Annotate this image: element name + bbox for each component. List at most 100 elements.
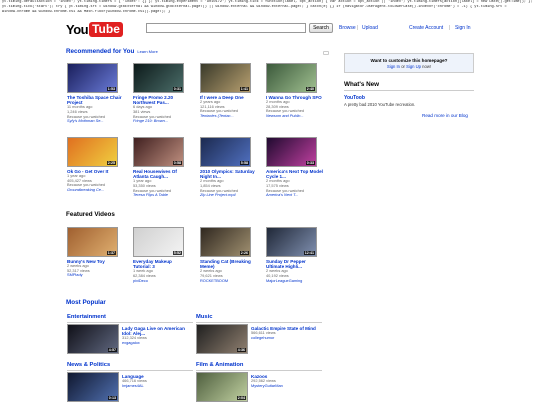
video-thumbnail[interactable]: 12:41 [266,227,317,257]
separator: | [357,25,359,31]
video-thumbnail[interactable]: 1:37 [67,227,118,257]
video-thumbnail[interactable]: 5:52 [133,227,184,257]
divider [196,322,322,323]
video-thumbnail[interactable]: 0:13 [67,372,119,402]
video-thumbnail[interactable]: 2:26 [200,227,251,257]
video-user-link[interactable]: MysteryGuitarMan [251,383,324,389]
source-video-link[interactable]: America's Next T... [266,193,324,198]
video-user-link[interactable]: exgagalox [122,340,195,346]
video-card[interactable]: 0:33 America's Next Top Model Cycle 1... 2… [266,137,324,198]
recommended-title: Recommended for You [66,48,135,55]
masthead: You Tube Search Browse | Upload Create A… [66,20,478,40]
source-video-link[interactable]: Groundbreaking Ce... [67,187,125,193]
video-card[interactable]: 1:41 If I were a Deep One 2 years ago 121,1… [200,63,258,119]
video-duration: 1:41 [239,87,249,91]
video-duration: 0:33 [305,161,315,165]
whats-new-item-title[interactable]: YouToob [344,95,365,101]
video-duration: 0:58 [172,161,182,165]
youtube-logo[interactable]: You Tube [66,20,126,38]
featured-video-card[interactable]: 12:41 Sunday Dr Pepper Ultimate Highli...… [266,227,324,283]
video-thumbnail[interactable]: 2:04 [196,372,248,402]
divider [67,370,193,371]
video-duration: 5:58 [239,161,249,165]
video-thumbnail[interactable]: 0:31 [133,63,184,93]
video-thumbnail[interactable]: 5:58 [200,137,251,167]
source-video-link[interactable]: Syfy's Mothman Se... [67,119,125,124]
divider [344,90,474,91]
or-text: or [401,64,405,69]
video-duration: 2:26 [239,251,249,255]
category-title[interactable]: News & Politics [67,362,110,368]
customize-links: Sign In or Sign Up now! [345,64,473,69]
category-title[interactable]: Entertainment [67,314,106,320]
popular-video-card[interactable]: 0:13 Language 466,716 views Imjames4AL [67,372,195,405]
video-thumbnail[interactable]: 4:57 [67,324,119,354]
video-card[interactable]: 2:40 I Wanna Go Through SFO 2 months ago 28… [266,63,324,119]
source-video-link[interactable]: Newsom and Public... [266,113,324,119]
video-duration: 4:57 [107,348,117,352]
source-video-link[interactable]: Zip Line Project.mp4 [200,193,258,198]
source-video-link[interactable]: Fringe 219: Brown... [133,119,191,124]
logo-tube: Tube [89,21,123,37]
customize-box: Want to customize this homepage? Sign In… [344,53,474,73]
now-text: now! [422,64,432,69]
whats-new-title: What's New [344,81,380,88]
video-user-link[interactable]: Imjames4AL [122,383,195,389]
search-input[interactable] [146,23,306,33]
video-duration: 4:36 [236,348,246,352]
video-thumbnail[interactable]: 1:53 [67,63,118,93]
source-video-link[interactable]: Tentacles (Tentac... [200,113,258,119]
browse-link[interactable]: Browse [339,25,356,31]
sidebar-sign-in-link[interactable]: Sign In [387,64,400,69]
video-card[interactable]: 5:58 2010 Olympics: Saturday Night In... 2… [200,137,258,198]
video-card[interactable]: 2:25 Ok Go - Get Over It 1 year ago 405,427… [67,137,125,193]
divider [196,370,322,371]
video-thumbnail[interactable]: 2:25 [67,137,118,167]
video-duration: 0:31 [172,87,182,91]
upload-link[interactable]: Upload [362,25,378,31]
customize-title: Want to customize this homepage? [370,58,448,63]
video-duration: 2:40 [305,87,315,91]
recommended-heading: Recommended for You Learn More [66,48,158,55]
category-title[interactable]: Film & Animation [196,362,243,368]
video-card[interactable]: 1:53 The Toshiba Space Chair Project 11 mo… [67,63,125,124]
search-button[interactable]: Search [309,23,333,33]
category-title[interactable]: Music [196,314,212,320]
video-duration: 1:37 [106,251,116,255]
collapse-icon[interactable] [323,51,329,55]
video-user-link[interactable]: SMPlady [67,273,125,278]
video-thumbnail[interactable]: 4:36 [196,324,248,354]
video-card[interactable]: 0:58 Real Housewives Of Atlanta Caugh... 1… [133,137,191,198]
logo-you: You [66,21,89,37]
video-user-link[interactable]: pixiDeco [133,278,191,284]
popular-video-card[interactable]: 4:36 Galactic Empire State of Mind 566,611… [196,324,324,358]
video-duration: 2:04 [236,396,246,400]
video-user-link[interactable]: ROCKETBOOM [200,278,258,284]
video-user-link[interactable]: collegehumor [251,335,324,341]
popular-video-card[interactable]: 2:04 Kazoos 292,562 views MysteryGuitarMan [196,372,324,405]
featured-video-card[interactable]: 2:26 Standing Cat (Breaking Meme) 2 weeks … [200,227,258,283]
separator: | [449,25,451,31]
popular-video-card[interactable]: 4:57 Lady Gaga Live on American Idol: Ale… [67,324,195,358]
script-text-line: window.chrome && window.chrome.csi && Ma… [2,10,171,14]
video-thumbnail[interactable]: 0:58 [133,137,184,167]
featured-heading: Featured Videos [66,211,115,218]
featured-video-card[interactable]: 5:52 Everyday Makeup Tutorial: 31 week ag… [133,227,191,283]
video-info: Galactic Empire State of Mind 566,611 vie… [251,324,324,340]
video-user-link[interactable]: MajorLeagueGaming [266,278,324,284]
video-thumbnail[interactable]: 1:41 [200,63,251,93]
sidebar-sign-up-link[interactable]: Sign Up [406,64,421,69]
sign-in-link[interactable]: Sign In [455,25,471,31]
video-duration: 2:25 [106,161,116,165]
video-card[interactable]: 0:31 Fringe Promo 2.20 Northwest Pas... 6 … [133,63,191,124]
source-video-link[interactable]: Teresa Flips A Table [133,193,191,198]
featured-video-card[interactable]: 1:37 Bunny's New Toy 2 weeks ago 52,317 vie… [67,227,125,278]
video-thumbnail[interactable]: 2:40 [266,63,317,93]
whats-new-item-desc: A pretty bad 2010 YouTube recreation. [344,102,416,107]
create-account-link[interactable]: Create Account [409,25,443,31]
learn-more-link[interactable]: Learn More [137,49,157,54]
script-text-line: yt.timing.tick('start'); try { yt.timing… [2,5,507,9]
read-more-link[interactable]: Read more in our Blog [422,113,468,118]
video-thumbnail[interactable]: 0:33 [266,137,317,167]
video-duration: 5:52 [172,251,182,255]
